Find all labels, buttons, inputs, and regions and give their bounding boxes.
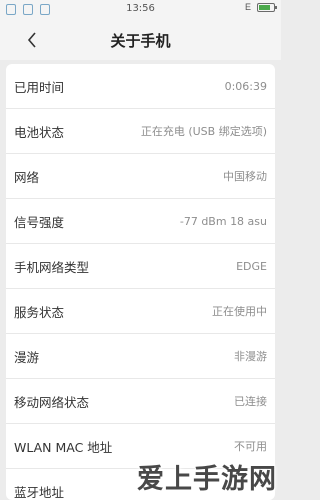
row-value: 非漫游 <box>234 350 267 363</box>
chevron-left-icon <box>27 32 36 48</box>
info-row-service-state: 服务状态 正在使用中 <box>6 289 275 334</box>
row-value: 不可用 <box>234 440 267 453</box>
row-label: 信号强度 <box>14 214 65 230</box>
info-row-network: 网络 中国移动 <box>6 154 275 199</box>
status-bar: 13:56 E <box>0 0 281 20</box>
row-label: 已用时间 <box>14 79 65 95</box>
info-row-battery-status: 电池状态 正在充电 (USB 绑定选项) <box>6 109 275 154</box>
page-title: 关于手机 <box>110 32 171 50</box>
row-value: 中国移动 <box>223 170 267 183</box>
battery-icon <box>257 3 277 12</box>
info-row-uptime: 已用时间 0:06:39 <box>6 64 275 109</box>
info-row-network-type: 手机网络类型 EDGE <box>6 244 275 289</box>
row-value: 0:06:39 <box>224 79 267 93</box>
info-row-roaming: 漫游 非漫游 <box>6 334 275 379</box>
row-value: 已连接 <box>234 395 267 408</box>
network-type-indicator: E <box>244 2 251 12</box>
status-time: 13:56 <box>126 3 155 14</box>
title-bar: 关于手机 <box>0 20 281 60</box>
row-value: 正在使用中 <box>212 305 267 318</box>
row-value: -77 dBm 18 asu <box>179 214 267 228</box>
row-label: 移动网络状态 <box>14 394 90 410</box>
row-label: 电池状态 <box>14 124 65 140</box>
site-watermark: 爱上手游网 <box>137 464 277 495</box>
row-value: EDGE <box>236 259 267 273</box>
info-row-signal-strength: 信号强度 -77 dBm 18 asu <box>6 199 275 244</box>
info-row-mobile-network-state: 移动网络状态 已连接 <box>6 379 275 424</box>
row-label: 网络 <box>14 169 40 185</box>
row-label: WLAN MAC 地址 <box>14 439 113 455</box>
back-button[interactable] <box>22 30 42 50</box>
row-label: 蓝牙地址 <box>14 484 65 500</box>
status-icons-right: E <box>244 2 277 12</box>
row-label: 服务状态 <box>14 304 65 320</box>
row-label: 漫游 <box>14 349 40 365</box>
row-value: 正在充电 (USB 绑定选项) <box>140 125 267 138</box>
info-list: 已用时间 0:06:39 电池状态 正在充电 (USB 绑定选项) 网络 中国移… <box>6 64 275 500</box>
row-label: 手机网络类型 <box>14 259 90 275</box>
